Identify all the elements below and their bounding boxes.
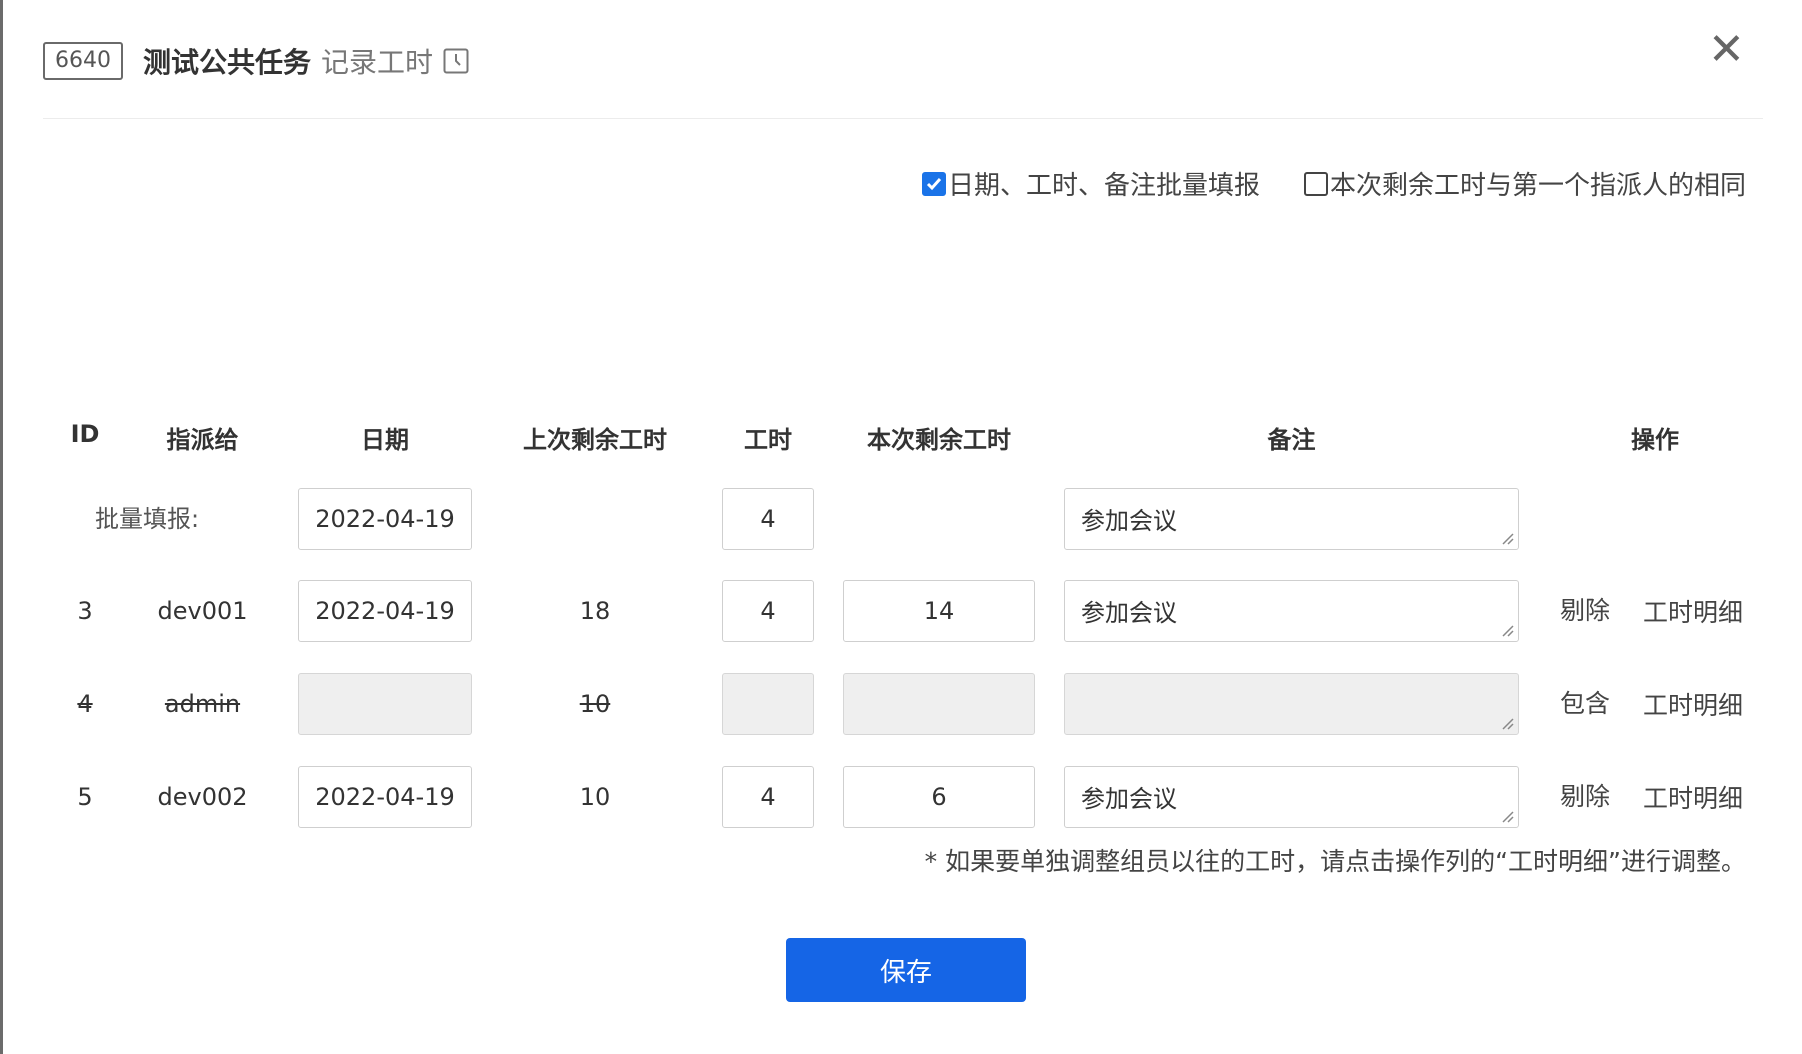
row-date-input [298,673,472,735]
row-remark-textarea[interactable]: 参加会议 [1064,580,1519,642]
column-header-actions: 操作 [1631,426,1679,454]
row-id: 4 [77,690,93,718]
row-remark-textarea [1064,673,1519,735]
row-hours-input [722,673,814,735]
row-date-input[interactable]: 2022-04-19 [298,766,472,828]
resize-handle-icon [1502,718,1514,730]
resize-handle-icon[interactable] [1500,809,1514,823]
column-header-id: ID [70,420,100,448]
column-header-last-remaining: 上次剩余工时 [523,426,667,454]
row-last-remaining: 10 [579,690,611,718]
row-assignee: dev001 [157,597,248,625]
batch-fill-checkbox[interactable] [921,171,946,196]
column-header-remaining: 本次剩余工时 [867,426,1011,454]
row-remark-textarea[interactable]: 参加会议 [1064,766,1519,828]
batch-remark-text: 参加会议 [1081,507,1177,535]
row-assignee: dev002 [157,783,248,811]
hours-detail-link[interactable]: 工时明细 [1643,582,1743,644]
row-hours-input[interactable]: 4 [722,580,814,642]
close-icon[interactable]: ✕ [1708,28,1745,72]
hours-detail-link[interactable]: 工时明细 [1643,768,1743,830]
dialog-header: 6640 测试公共任务 记录工时 [43,36,469,86]
resize-handle-icon[interactable] [1500,623,1514,637]
row-remark-text: 参加会议 [1081,785,1177,813]
check-icon [926,177,942,190]
column-header-date: 日期 [361,426,409,454]
adjustment-note: * 如果要单独调整组员以往的工时，请点击操作列的“工时明细”进行调整。 [924,847,1746,876]
row-last-remaining: 18 [579,597,611,625]
batch-fill-label: 日期、工时、备注批量填报 [947,171,1260,201]
save-button[interactable]: 保存 [786,938,1026,1002]
include-button[interactable]: 包含 [1560,673,1610,735]
exclude-button[interactable]: 剔除 [1560,766,1610,828]
column-header-hours: 工时 [744,426,792,454]
task-title: 测试公共任务 [143,46,312,79]
row-remaining-input[interactable]: 6 [843,766,1035,828]
row-assignee: admin [164,690,241,718]
row-remark-text: 参加会议 [1081,599,1177,627]
row-id: 3 [77,597,93,625]
options-bar: 日期、工时、备注批量填报 本次剩余工时与第一个指派人的相同 [878,165,1746,202]
batch-hours-input[interactable]: 4 [722,488,814,550]
exclude-button[interactable]: 剔除 [1560,580,1610,642]
row-id: 5 [77,783,93,811]
row-hours-input[interactable]: 4 [722,766,814,828]
same-remaining-option[interactable]: 本次剩余工时与第一个指派人的相同 [1303,165,1746,202]
batch-fill-option[interactable]: 日期、工时、备注批量填报 [921,165,1260,202]
dialog-action-name: 记录工时 [321,46,434,79]
batch-date-input[interactable]: 2022-04-19 [298,488,472,550]
task-id-badge: 6640 [43,42,123,80]
window-edge [0,0,3,1054]
clock-icon[interactable] [443,48,469,74]
batch-row-label: 批量填报: [95,505,200,533]
column-header-assignee: 指派给 [166,426,239,454]
same-remaining-label: 本次剩余工时与第一个指派人的相同 [1329,171,1746,201]
column-header-remark: 备注 [1267,426,1316,454]
resize-handle-icon[interactable] [1500,531,1514,545]
row-remaining-input [843,673,1035,735]
row-last-remaining: 10 [579,783,611,811]
batch-remark-textarea[interactable]: 参加会议 [1064,488,1519,550]
header-divider [43,118,1763,119]
row-date-input[interactable]: 2022-04-19 [298,580,472,642]
same-remaining-checkbox[interactable] [1303,171,1328,196]
hours-detail-link[interactable]: 工时明细 [1643,675,1743,737]
row-remaining-input[interactable]: 14 [843,580,1035,642]
